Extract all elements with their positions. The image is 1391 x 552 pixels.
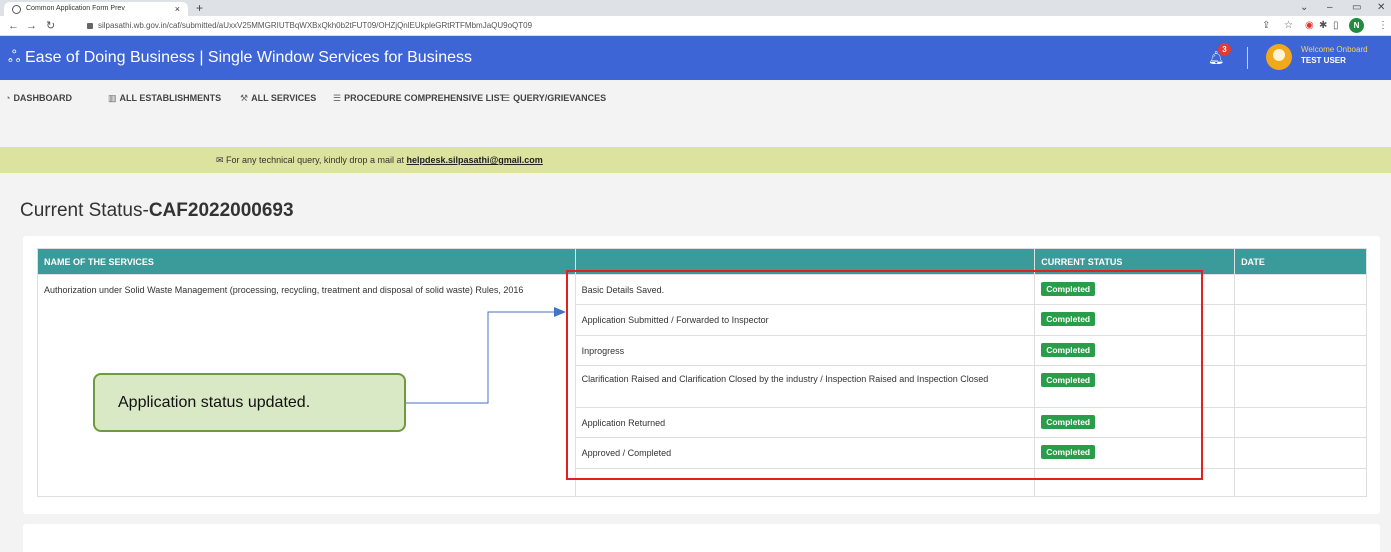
date-cell [1234,364,1367,409]
url-field[interactable]: silpasathi.wb.gov.in/caf/submitted/aUxxV… [84,18,1224,34]
wrench-icon: ⚒ [240,93,249,103]
date-cell [1234,334,1367,366]
user-avatar[interactable] [1266,44,1292,70]
main-nav: ◔ DASHBOARD ▥ ALL ESTABLISHMENTS ⚒ ALL SERV… [0,80,1391,116]
building-icon: ▥ [108,93,117,103]
new-tab-button[interactable]: + [196,0,203,16]
date-cell [1234,407,1367,439]
globe-icon [12,5,21,14]
restore-icon[interactable]: ▭ [1352,0,1361,16]
dashboard-icon: ◔ [5,93,11,103]
close-window-icon[interactable]: ✕ [1377,0,1385,16]
envelope-icon: ✉ [216,155,227,165]
profile-avatar[interactable]: N [1349,18,1364,33]
welcome-text[interactable]: Welcome Onboard [1301,45,1368,54]
tab-close-icon[interactable]: × [175,2,180,16]
date-cell [1234,273,1367,306]
site-title[interactable]: ஃ Ease of Doing Business | Single Window… [8,49,472,67]
site-header: ஃ Ease of Doing Business | Single Window… [0,36,1391,80]
nav-all-establishments[interactable]: ▥ ALL ESTABLISHMENTS [108,93,221,104]
minimize-icon[interactable]: – [1327,0,1333,16]
date-cell [1234,437,1367,469]
browser-tab-bar: Common Application Form Prev × + ⌄ – ▭ ✕ [0,0,1391,18]
tab-title: Common Application Form Prev [26,5,125,12]
notice-text: For any technical query, kindly drop a m… [226,155,404,165]
nav-query-grievances[interactable]: ☰ QUERY/GRIEVANCES [502,93,606,104]
nav-all-services[interactable]: ⚒ ALL SERVICES [240,93,316,104]
list-icon: ☰ [502,93,511,103]
nav-dashboard[interactable]: ◔ DASHBOARD [5,93,72,103]
forward-icon[interactable]: → [26,19,37,33]
reload-icon[interactable]: ↻ [46,19,55,33]
puzzle-icon[interactable]: ✱ [1319,20,1327,32]
tab-search-icon[interactable]: ⌄ [1300,0,1308,16]
header-divider [1247,47,1248,69]
extension-icon[interactable]: ◉ [1305,20,1314,32]
nav-procedure-list[interactable]: ☰ PROCEDURE COMPREHENSIVE LIST [333,93,505,104]
share-icon[interactable]: ⇪ [1262,20,1270,32]
bookmark-star-icon[interactable]: ☆ [1284,20,1293,32]
application-id: CAF2022000693 [148,200,294,221]
address-bar-row: ← → ↻ silpasathi.wb.gov.in/caf/submitted… [0,16,1391,36]
notification-badge: 3 [1218,43,1231,56]
page-title: Current Status-CAF2022000693 [20,200,294,221]
sidepanel-icon[interactable]: ▯ [1333,20,1339,32]
col-header-date: DATE [1234,248,1367,275]
url-text: silpasathi.wb.gov.in/caf/submitted/aUxxV… [98,21,533,30]
next-card [23,524,1380,552]
username: TEST USER [1301,56,1346,65]
menu-kebab-icon[interactable]: ⋮ [1378,20,1388,32]
date-cell [1234,304,1367,336]
col-header-service: NAME OF THE SERVICES [37,248,576,275]
helpdesk-email-link[interactable]: helpdesk.silpasathi@gmail.com [406,155,542,165]
annotation-callout: Application status updated. [93,373,406,432]
lock-icon [87,23,93,29]
highlight-box [566,270,1203,480]
notice-bar: ✉ For any technical query, kindly drop a… [0,147,1391,173]
list-icon: ☰ [333,93,342,103]
back-icon[interactable]: ← [8,19,19,33]
cluster-logo-icon: ஃ [8,49,25,66]
